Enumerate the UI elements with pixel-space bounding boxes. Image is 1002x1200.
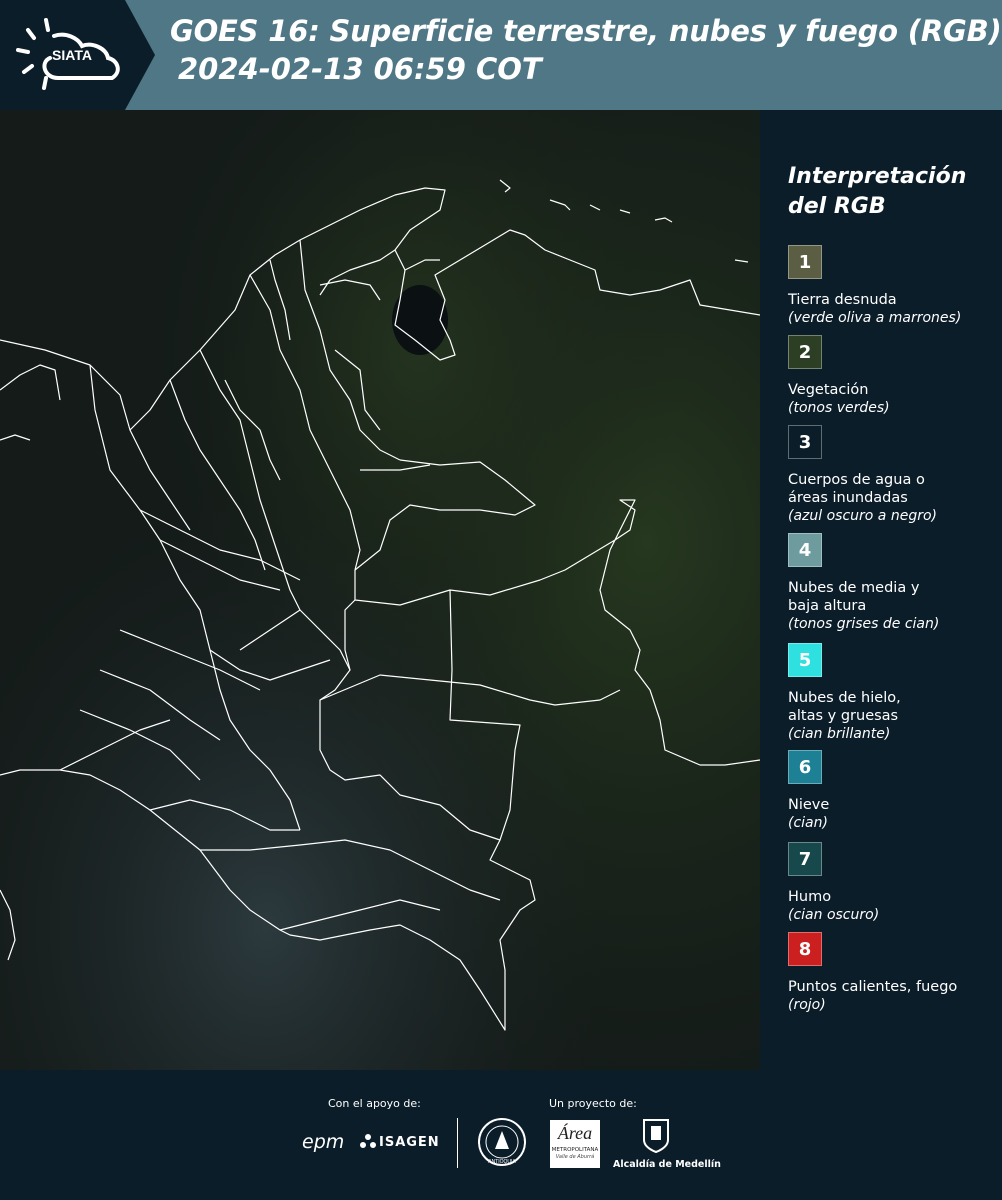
area-logo-subtext: METROPOLITANA: [551, 1147, 599, 1153]
antioquia-seal-icon: ANTIOQUIA: [478, 1118, 526, 1166]
legend-swatch-8: 8: [788, 932, 822, 966]
project-label: Un proyecto de:: [549, 1097, 637, 1110]
epm-logo: epm: [302, 1131, 345, 1153]
legend-item-1: 1 Tierra desnuda (verde oliva a marrones…: [788, 245, 998, 327]
siata-logo-text: SIATA: [52, 47, 92, 63]
legend-note-8: (rojo): [788, 997, 826, 1013]
legend-item-6: 6 Nieve (cian): [788, 750, 998, 832]
legend-note-3: (azul oscuro a negro): [788, 508, 937, 524]
legend-swatch-1: 1: [788, 245, 822, 279]
area-logo-text: Área: [557, 1123, 593, 1143]
support-label: Con el apoyo de:: [328, 1097, 421, 1110]
alcaldia-logo: Alcaldía de Medellín: [613, 1159, 721, 1170]
legend-label-4: Nubes de media y baja altura: [788, 580, 920, 614]
legend-item-7: 7 Humo (cian oscuro): [788, 842, 998, 924]
legend-item-2: 2 Vegetación (tonos verdes): [788, 335, 998, 417]
legend-number-5: 5: [798, 649, 812, 671]
map-canvas: [0, 110, 760, 1070]
legend-number-4: 4: [798, 539, 812, 561]
legend-number-8: 8: [798, 938, 812, 960]
legend-number-6: 6: [798, 756, 812, 778]
legend-number-7: 7: [798, 848, 812, 870]
legend-note-4: (tonos grises de cian): [788, 616, 940, 632]
legend-swatch-4: 4: [788, 533, 822, 567]
legend-label-3: Cuerpos de agua o áreas inundadas: [788, 472, 925, 506]
page-datetime: 2024-02-13 06:59 COT: [178, 52, 542, 86]
legend-item-5: 5 Nubes de hielo, altas y gruesas (cian …: [788, 643, 998, 743]
siata-logo-icon: SIATA: [16, 18, 120, 90]
legend-swatch-2: 2: [788, 335, 822, 369]
legend-number-3: 3: [798, 431, 812, 453]
legend-label-1: Tierra desnuda: [788, 292, 897, 308]
legend-swatch-3: 3: [788, 425, 822, 459]
legend-note-5: (cian brillante): [788, 726, 891, 742]
area-metropolitana-logo: Área METROPOLITANA Valle de Aburrá: [550, 1120, 600, 1168]
legend-note-1: (verde oliva a marrones): [788, 310, 962, 326]
legend-note-6: (cian): [788, 815, 828, 831]
legend-label-8: Puntos calientes, fuego: [788, 979, 958, 995]
legend-label-6: Nieve: [788, 797, 830, 813]
legend-item-8: 8 Puntos calientes, fuego (rojo): [788, 932, 998, 1014]
legend-title: Interpretación del RGB: [788, 164, 967, 219]
legend-label-2: Vegetación: [788, 382, 869, 398]
isagen-logo: ISAGEN: [379, 1135, 440, 1150]
medellin-shield-icon: [643, 1119, 669, 1154]
legend-label-5: Nubes de hielo, altas y gruesas: [788, 690, 901, 724]
area-logo-subtext-2: Valle de Aburrá: [555, 1154, 595, 1160]
isagen-logo-icon: [360, 1134, 376, 1148]
footer-divider: [457, 1118, 458, 1168]
antioquia-seal-text: ANTIOQUIA: [488, 1159, 516, 1165]
legend-number-1: 1: [798, 251, 812, 273]
legend-label-7: Humo: [788, 889, 832, 905]
page-title: GOES 16: Superficie terrestre, nubes y f…: [170, 14, 1002, 48]
satellite-map[interactable]: [0, 110, 760, 1070]
legend-swatch-6: 6: [788, 750, 822, 784]
legend-note-7: (cian oscuro): [788, 907, 880, 923]
legend-swatch-5: 5: [788, 643, 822, 677]
legend-item-4: 4 Nubes de media y baja altura (tonos gr…: [788, 533, 998, 633]
cloud-cover-south: [0, 110, 760, 1070]
legend-note-2: (tonos verdes): [788, 400, 890, 416]
legend-item-3: 3 Cuerpos de agua o áreas inundadas (azu…: [788, 425, 998, 525]
legend-number-2: 2: [798, 341, 812, 363]
header-bar: SIATA GOES 16: Superficie terrestre, nub…: [0, 0, 1002, 110]
legend-swatch-7: 7: [788, 842, 822, 876]
